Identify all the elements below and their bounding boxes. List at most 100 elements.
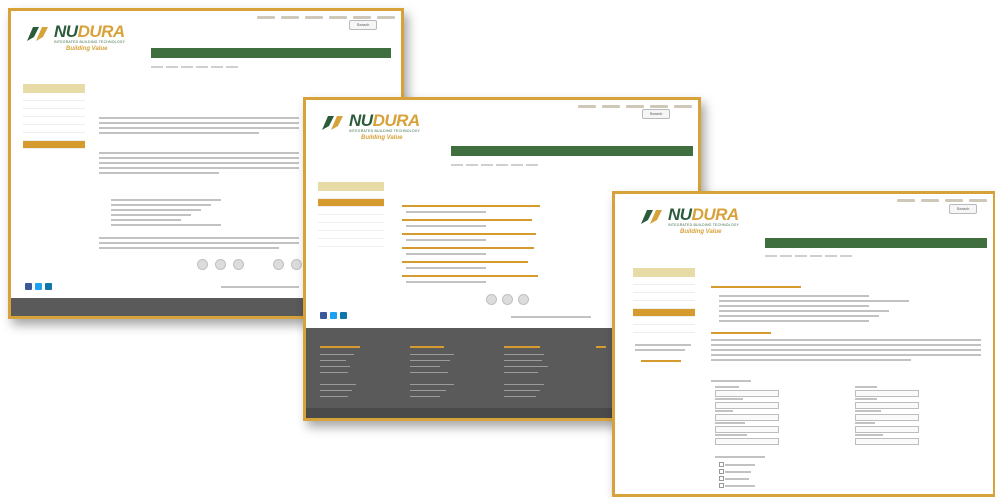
footer-link[interactable] [320, 396, 348, 398]
sidebar-item[interactable] [318, 223, 384, 231]
sub-nav-item[interactable] [211, 65, 223, 68]
sub-nav-item[interactable] [451, 163, 463, 166]
sidebar-title [318, 182, 384, 191]
field-label-line [715, 434, 747, 436]
main-nav [765, 238, 987, 248]
company-phone-input[interactable] [715, 426, 779, 433]
footer-link[interactable] [320, 372, 348, 374]
sidebar-item[interactable] [633, 285, 695, 293]
checkbox[interactable] [719, 469, 724, 474]
footer-link[interactable] [410, 366, 440, 368]
sidebar-item[interactable] [318, 207, 384, 215]
sub-nav-item[interactable] [795, 254, 807, 257]
text-line [635, 344, 691, 346]
sidebar-item[interactable] [318, 239, 384, 247]
sidebar-item[interactable] [633, 293, 695, 301]
sub-nav-item[interactable] [810, 254, 822, 257]
footer-link[interactable] [410, 390, 446, 392]
field-label-line [715, 422, 745, 424]
sub-nav-item[interactable] [196, 65, 208, 68]
footer-link[interactable] [410, 372, 448, 374]
footer-link[interactable] [320, 354, 354, 356]
sidebar-title [23, 84, 85, 93]
footer-link[interactable] [504, 396, 536, 398]
search-button[interactable]: Search [642, 109, 670, 119]
sidebar-item[interactable] [633, 277, 695, 285]
sidebar-item-active[interactable] [633, 309, 695, 317]
sidebar-item[interactable] [23, 133, 85, 141]
sub-nav-item[interactable] [226, 65, 238, 68]
footer-link[interactable] [504, 384, 544, 386]
sub-nav-item[interactable] [151, 65, 163, 68]
mobile-phone-input[interactable] [715, 438, 779, 445]
sub-nav-item[interactable] [166, 65, 178, 68]
footer-link[interactable] [504, 360, 542, 362]
nudura-logo[interactable]: NUDURA INTEGRATED BUILDING TECHNOLOGY Bu… [25, 23, 125, 53]
sidebar-item[interactable] [23, 117, 85, 125]
sidebar-item[interactable] [318, 191, 384, 199]
footer-link[interactable] [410, 354, 454, 356]
email-input[interactable] [715, 414, 779, 421]
sub-nav-item[interactable] [181, 65, 193, 68]
sidebar-item[interactable] [23, 101, 85, 109]
bullet-line [719, 295, 869, 297]
footer-link[interactable] [320, 384, 356, 386]
nudura-logo[interactable]: NUDURA INTEGRATED BUILDING TECHNOLOGY Bu… [320, 112, 420, 142]
checkbox-label-line [725, 485, 755, 487]
checkbox[interactable] [719, 476, 724, 481]
footer-link[interactable] [504, 366, 548, 368]
first-name-input[interactable] [715, 390, 779, 397]
facebook-icon[interactable] [25, 283, 32, 290]
main-nav [151, 48, 391, 58]
footer-link[interactable] [410, 384, 454, 386]
sub-nav-item[interactable] [840, 254, 852, 257]
linkedin-icon[interactable] [340, 312, 347, 319]
search-button[interactable]: Search [349, 20, 377, 30]
footer-link[interactable] [504, 390, 540, 392]
sub-nav-item[interactable] [511, 163, 523, 166]
twitter-icon[interactable] [35, 283, 42, 290]
sidebar-item-active[interactable] [23, 141, 85, 149]
city-input[interactable] [855, 414, 919, 421]
sidebar-item-active[interactable] [318, 199, 384, 207]
address-input[interactable] [855, 402, 919, 409]
footer-heading-line [504, 346, 540, 348]
search-button[interactable]: Search [949, 204, 977, 214]
twitter-icon[interactable] [330, 312, 337, 319]
postal-code-input[interactable] [855, 438, 919, 445]
sub-nav-item[interactable] [780, 254, 792, 257]
footer-link[interactable] [320, 390, 352, 392]
footer-link[interactable] [320, 360, 346, 362]
sidebar-item[interactable] [23, 125, 85, 133]
pdf-link-line[interactable] [641, 360, 681, 362]
sidebar-item[interactable] [23, 109, 85, 117]
nudura-logo[interactable]: NUDURA INTEGRATED BUILDING TECHNOLOGY Bu… [639, 206, 739, 236]
facebook-icon[interactable] [320, 312, 327, 319]
sidebar-item[interactable] [23, 93, 85, 101]
sidebar-item[interactable] [633, 317, 695, 325]
country-input[interactable] [855, 426, 919, 433]
footer-link[interactable] [504, 354, 544, 356]
checkbox[interactable] [719, 462, 724, 467]
bullet-line [111, 209, 201, 211]
footer-link[interactable] [410, 360, 450, 362]
linkedin-icon[interactable] [45, 283, 52, 290]
sub-nav-item[interactable] [496, 163, 508, 166]
sub-nav-item[interactable] [825, 254, 837, 257]
sidebar-item[interactable] [318, 215, 384, 223]
footer-link[interactable] [410, 396, 440, 398]
sidebar-item[interactable] [318, 231, 384, 239]
sub-nav-item[interactable] [765, 254, 777, 257]
sidebar-item[interactable] [633, 301, 695, 309]
top-links [897, 197, 987, 202]
company-name-input[interactable] [715, 402, 779, 409]
footer-link[interactable] [504, 372, 538, 374]
sidebar-item[interactable] [633, 325, 695, 333]
last-name-input[interactable] [855, 390, 919, 397]
sub-nav-item[interactable] [526, 163, 538, 166]
field-label-line [715, 410, 733, 412]
sub-nav-item[interactable] [466, 163, 478, 166]
sub-nav-item[interactable] [481, 163, 493, 166]
footer-link[interactable] [320, 366, 350, 368]
checkbox[interactable] [719, 483, 724, 488]
